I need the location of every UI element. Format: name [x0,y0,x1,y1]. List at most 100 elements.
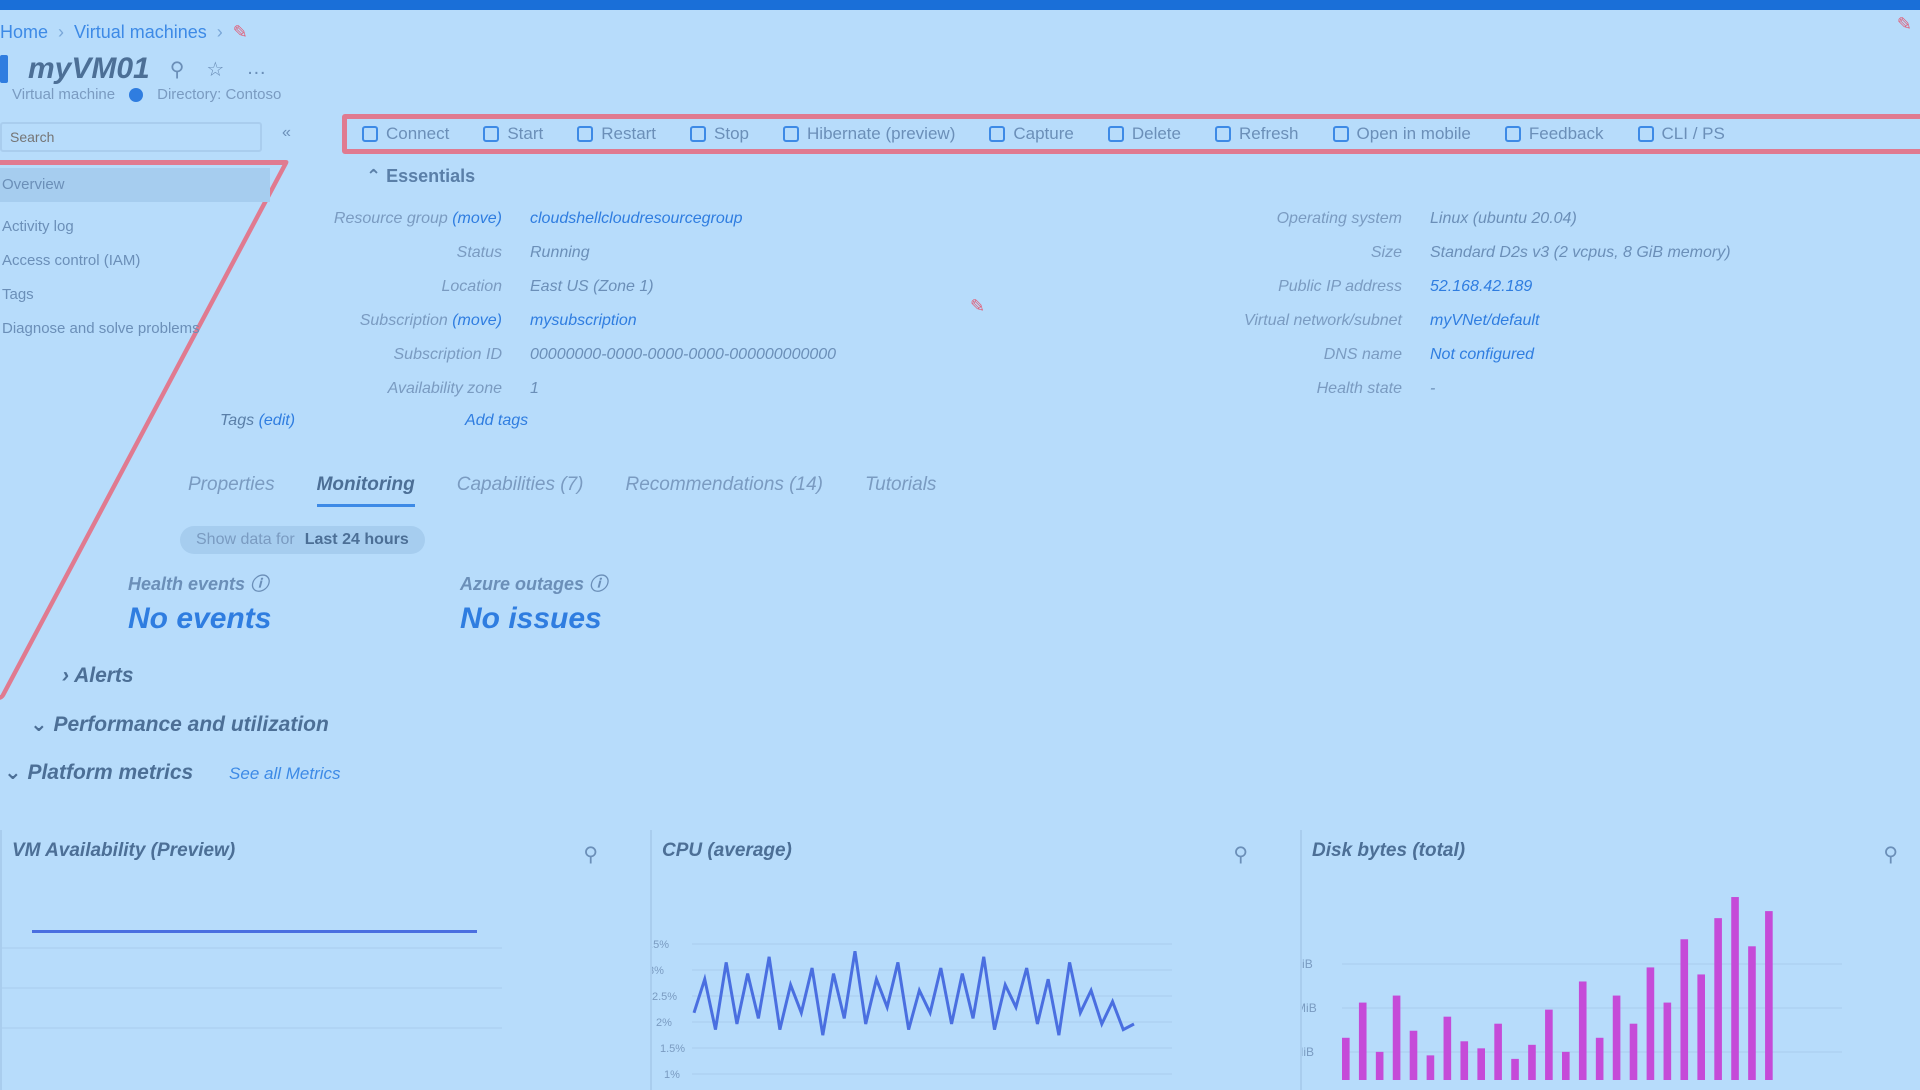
prop-status: Status Running [456,244,590,261]
y-tick-label: 1.5% [660,1043,685,1055]
cli-button[interactable]: CLI / PS [1637,124,1725,144]
disk-bar [1426,1055,1435,1080]
chevron-down-icon[interactable]: ⌄ [4,761,22,784]
disk-bar [1680,939,1689,1080]
tab-recommendations[interactable]: Recommendations (14) [625,474,822,507]
disk-bar [1765,911,1773,1080]
restart-button[interactable]: Restart [577,124,656,144]
tags-row: Tags (edit) Add tags [220,412,529,430]
sidebar-item-overview[interactable]: Overview [0,168,270,202]
health-state-value: - [1430,380,1436,397]
disk-bar [1528,1044,1536,1080]
vm-icon [0,55,8,83]
more-icon[interactable]: … [246,57,266,82]
open-in-mobile-button[interactable]: Open in mobile [1332,124,1471,144]
disk-bar [1477,1048,1485,1080]
disk-bar [1460,1041,1469,1080]
azure-outages-value[interactable]: No issues [460,602,607,636]
pin-icon[interactable]: ⚲ [1233,842,1248,867]
breadcrumb-home[interactable]: Home [0,22,48,43]
disk-bar [1562,1051,1570,1080]
connect-button[interactable]: Connect [362,124,449,144]
hibernate-icon [783,126,800,142]
collapse-sidebar-icon[interactable]: « [282,124,291,142]
overview-tabs: Properties Monitoring Capabilities (7) R… [188,474,936,507]
subscription-link[interactable]: mysubscription [530,312,637,330]
public-ip-link[interactable]: 52.168.42.189 [1430,278,1532,296]
prop-availability-zone: Availability zone 1 [387,380,539,397]
tab-capabilities[interactable]: Capabilities (7) [457,474,584,507]
play-icon [483,126,500,142]
start-button[interactable]: Start [483,124,543,144]
connect-icon [362,126,378,142]
disk-bar [1646,967,1655,1080]
edit-tags-link[interactable]: (edit) [259,412,295,429]
disk-bar [1595,1037,1604,1080]
favorite-icon[interactable]: ☆ [206,57,224,82]
directory-label: Directory: Contoso [157,86,282,103]
location-value: East US (Zone 1) [530,278,654,295]
kpi-azure-outages: Azure outages ⓘ No issues [460,574,608,636]
stop-button[interactable]: Stop [690,124,749,144]
disk-bar [1392,995,1401,1080]
essentials-right-column: Operating system Linux (ubuntu 20.04) Si… [1180,202,1920,406]
tab-properties[interactable]: Properties [188,474,275,507]
prop-dns-name: DNS name Not configured [1323,346,1535,364]
prop-subscription: Subscription (move) mysubscription [359,312,637,330]
size-value: Standard D2s v3 (2 vcpus, 8 GiB memory) [1430,244,1731,261]
pin-icon[interactable]: ⚲ [1883,842,1898,867]
time-range-selector[interactable]: Show data for Last 24 hours [180,526,425,554]
prop-health-state: Health state - [1316,380,1436,397]
tab-monitoring[interactable]: Monitoring [316,474,415,507]
resource-group-link[interactable]: cloudshellcloudresourcegroup [530,210,743,228]
info-icon: ⓘ [589,574,608,594]
pin-icon[interactable]: ⚲ [583,842,598,867]
virtual-network-link[interactable]: myVNet/default [1430,312,1539,330]
feedback-icon [1504,126,1521,142]
restart-icon [577,126,594,142]
top-accent-bar [0,0,1920,10]
prop-size: Size Standard D2s v3 (2 vcpus, 8 GiB mem… [1370,244,1731,261]
alerts-section-toggle[interactable]: › Alerts [62,664,134,688]
disk-bar [1612,995,1621,1080]
disk-bytes-chart: 477.8MiB286.1MiB95.4MiB46.5MiB [1302,897,1842,1080]
terminal-icon [1637,126,1654,142]
delete-button[interactable]: Delete [1107,124,1181,144]
tab-tutorials[interactable]: Tutorials [865,474,936,507]
sidebar-search-input[interactable] [0,122,262,152]
performance-section-toggle[interactable]: ⌄ Performance and utilization [30,712,329,737]
hibernate-button[interactable]: Hibernate (preview) [783,124,955,144]
disk-bar [1697,974,1705,1080]
cpu-series-line [692,950,1135,1036]
resource-type: Virtual machine [12,86,116,103]
move-resource-group-link[interactable]: (move) [452,210,502,227]
metric-card-cpu: CPU (average) ⚲ 3.5% 3% 2.5% 2% 1.5% 1% [650,830,1270,1090]
prop-public-ip: Public IP address 52.168.42.189 [1278,278,1533,296]
refresh-button[interactable]: Refresh [1214,124,1299,144]
feedback-button[interactable]: Feedback [1504,124,1604,144]
capture-button[interactable]: Capture [989,124,1074,144]
dns-name-link[interactable]: Not configured [1430,346,1534,364]
y-tick-label: 2% [656,1017,672,1029]
disk-bar [1545,1009,1553,1080]
add-tags-link[interactable]: Add tags [465,412,528,430]
card-title: Disk bytes (total) [1312,840,1466,861]
essentials-toggle[interactable]: ⌃ Essentials [366,166,475,187]
y-tick-label: 1% [664,1069,680,1080]
disk-bar [1748,946,1756,1080]
mobile-icon [1332,126,1349,142]
directory-icon [129,87,144,102]
disk-bar [1714,918,1722,1080]
see-all-metrics-link[interactable]: See all Metrics [229,764,340,783]
y-tick-label: 286.1MiB [1302,1001,1317,1015]
time-range-value: Last 24 hours [304,531,409,548]
breadcrumb: Home › Virtual machines › ✎ [0,20,248,44]
metric-card-disk-bytes: Disk bytes (total) ⚲ 477.8MiB 286.1MiB 95.… [1300,830,1920,1090]
health-events-value[interactable]: No events [128,602,271,636]
essentials-left-column: Resource group (move) cloudshellcloudres… [200,202,960,406]
pin-icon[interactable]: ⚲ [170,57,185,82]
capture-icon [989,126,1006,142]
disk-bar [1578,981,1587,1080]
move-subscription-link[interactable]: (move) [452,312,502,329]
breadcrumb-virtual-machines[interactable]: Virtual machines [74,22,207,43]
